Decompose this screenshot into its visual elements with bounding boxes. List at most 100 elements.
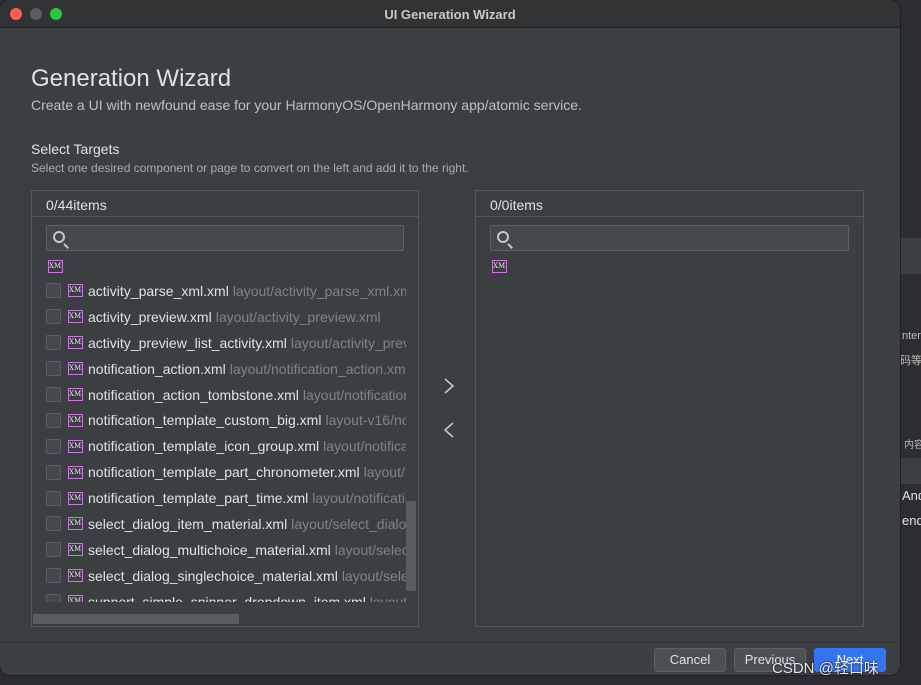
cancel-button[interactable]: Cancel	[654, 648, 726, 672]
xml-file-icon: XML	[48, 260, 63, 273]
horizontal-scrollbar[interactable]	[33, 614, 239, 624]
target-search-input[interactable]	[490, 225, 849, 251]
item-name: support_simple_spinner_dropdown_item.xml	[88, 593, 366, 602]
xml-file-icon: XML	[68, 413, 83, 427]
item-checkbox[interactable]	[46, 412, 61, 428]
xml-file-icon: XML	[68, 491, 83, 505]
source-search-input[interactable]	[46, 225, 404, 251]
xml-file-icon: XML	[68, 310, 83, 324]
xml-file-icon: XML	[68, 362, 83, 376]
item-checkbox[interactable]	[46, 516, 61, 532]
wizard-header: Generation Wizard Create a UI with newfo…	[31, 65, 582, 113]
list-item[interactable]: XML select_dialog_singlechoice_material.x…	[46, 563, 406, 589]
item-checkbox[interactable]	[46, 387, 61, 402]
item-path: layout/select_dialog_singlechoice_materi…	[341, 567, 406, 584]
background-panel-a	[900, 238, 921, 274]
background-panel-b	[900, 458, 921, 484]
list-item[interactable]: XML notification_action_tombstone.xmllayo…	[46, 382, 406, 408]
list-item[interactable]: XML select_dialog_item_material.xmllayout…	[46, 511, 406, 537]
item-name: select_dialog_multichoice_material.xml	[88, 541, 331, 558]
item-name: activity_parse_xml.xml	[88, 282, 229, 299]
select-targets-section: Select Targets Select one desired compon…	[31, 141, 469, 175]
item-path: layout/notification_template_part_time.x…	[312, 490, 406, 507]
item-checkbox[interactable]	[46, 438, 61, 454]
source-count-label: 0/44items	[32, 191, 418, 217]
item-name: activity_preview.xml	[88, 308, 212, 325]
xml-file-icon: XML	[68, 336, 83, 350]
list-item[interactable]: XML activity_parse_xml.xmllayout/activity…	[46, 278, 406, 304]
list-item[interactable]: XML support_simple_spinner_dropdown_item.…	[46, 589, 406, 602]
window-title: UI Generation Wizard	[384, 7, 516, 22]
list-item[interactable]: XML notification_template_custom_big.xmll…	[46, 407, 406, 433]
xml-file-icon: XML	[68, 465, 83, 479]
item-name: notification_template_part_time.xml	[88, 490, 309, 507]
source-list-panel: 0/44items XML XML activity_parse_xml.xmll…	[31, 190, 419, 627]
list-item[interactable]: XML select_dialog_multichoice_material.xm…	[46, 537, 406, 563]
source-list: XMLactivity_parse_xml.xmllayout/activity…	[46, 278, 406, 602]
section-subtitle: Select one desired component or page to …	[31, 161, 469, 175]
item-path: layout/activity_preview_list_activity.xm…	[290, 334, 406, 351]
xml-file-icon: XML	[68, 569, 83, 583]
item-checkbox[interactable]	[46, 309, 61, 325]
page-title: Generation Wizard	[31, 65, 232, 92]
background-text: And	[902, 488, 921, 503]
search-icon	[53, 231, 65, 243]
item-path: layout/select_dialog_item_material.xml	[291, 515, 406, 532]
item-path: layout/notification_action.xml	[229, 360, 406, 377]
item-checkbox[interactable]	[46, 568, 61, 584]
list-item[interactable]: XML notification_template_part_chronomete…	[46, 459, 406, 485]
item-checkbox[interactable]	[46, 490, 61, 506]
item-checkbox[interactable]	[46, 335, 61, 351]
target-count-label: 0/0items	[476, 191, 863, 217]
item-name: notification_action.xml	[88, 360, 226, 377]
chevron-right-icon	[444, 378, 455, 394]
item-path: layout/notification_template_icon_group.…	[323, 438, 406, 455]
item-name: notification_template_part_chronometer.x…	[88, 464, 360, 481]
section-title: Select Targets	[31, 141, 120, 157]
background-text: 码等	[900, 355, 921, 367]
item-name: notification_template_custom_big.xml	[88, 412, 322, 429]
background-text: end	[902, 513, 921, 528]
item-checkbox[interactable]	[46, 542, 61, 558]
list-item[interactable]: XML notification_action.xmllayout/notific…	[46, 356, 406, 382]
list-item[interactable]: XML activity_preview.xmllayout/activity_p…	[46, 304, 406, 330]
item-checkbox[interactable]	[46, 594, 61, 602]
list-item[interactable]: XML notification_template_part_time.xmlla…	[46, 485, 406, 511]
item-name: activity_preview_list_activity.xml	[88, 334, 287, 351]
item-path: layout/support_simple_spinner_dropdown_i…	[369, 593, 406, 602]
item-path: layout/activity_preview.xml	[215, 308, 381, 325]
vertical-scrollbar[interactable]	[406, 501, 416, 591]
item-name: notification_action_tombstone.xml	[88, 386, 299, 403]
item-name: select_dialog_singlechoice_material.xml	[88, 567, 338, 584]
watermark: CSDN @轻口味	[772, 660, 879, 677]
remove-from-right-button[interactable]	[442, 422, 456, 438]
xml-file-icon: XML	[68, 517, 83, 531]
xml-file-icon: XML	[68, 595, 83, 602]
list-item[interactable]: XML notification_template_icon_group.xmll…	[46, 433, 406, 459]
add-to-right-button[interactable]	[442, 378, 456, 394]
item-path: layout/notification_action_tombstone.xml	[302, 386, 406, 403]
wizard-footer: Cancel Previous Next	[0, 642, 900, 675]
wizard-window: UI Generation Wizard Generation Wizard C…	[0, 0, 900, 675]
background-text: 内容	[904, 440, 921, 451]
item-checkbox[interactable]	[46, 283, 61, 299]
item-path: layout/activity_parse_xml.xml	[232, 282, 406, 299]
xml-file-icon: XML	[68, 284, 83, 298]
item-checkbox[interactable]	[46, 464, 61, 480]
xml-file-icon: XML	[68, 388, 83, 401]
list-item[interactable]: XML activity_preview_list_activity.xmllay…	[46, 330, 406, 356]
item-checkbox[interactable]	[46, 361, 61, 377]
item-name: notification_template_icon_group.xml	[88, 438, 320, 455]
item-name: select_dialog_item_material.xml	[88, 515, 288, 532]
item-path: layout-v16/notification_template_custom_…	[325, 412, 406, 429]
xml-file-icon: XML	[68, 439, 83, 453]
item-path: layout/select_dialog_multichoice_materia…	[334, 541, 406, 558]
chevron-left-icon	[443, 422, 454, 438]
background-app	[900, 0, 921, 685]
target-list-panel: 0/0items XML	[475, 190, 864, 627]
page-subtitle: Create a UI with newfound ease for your …	[31, 97, 582, 113]
xml-file-icon: XML	[492, 260, 507, 273]
item-path: layout/notification_template_part_chrono…	[363, 464, 406, 481]
title-bar: UI Generation Wizard	[0, 0, 900, 28]
xml-file-icon: XML	[68, 543, 83, 557]
